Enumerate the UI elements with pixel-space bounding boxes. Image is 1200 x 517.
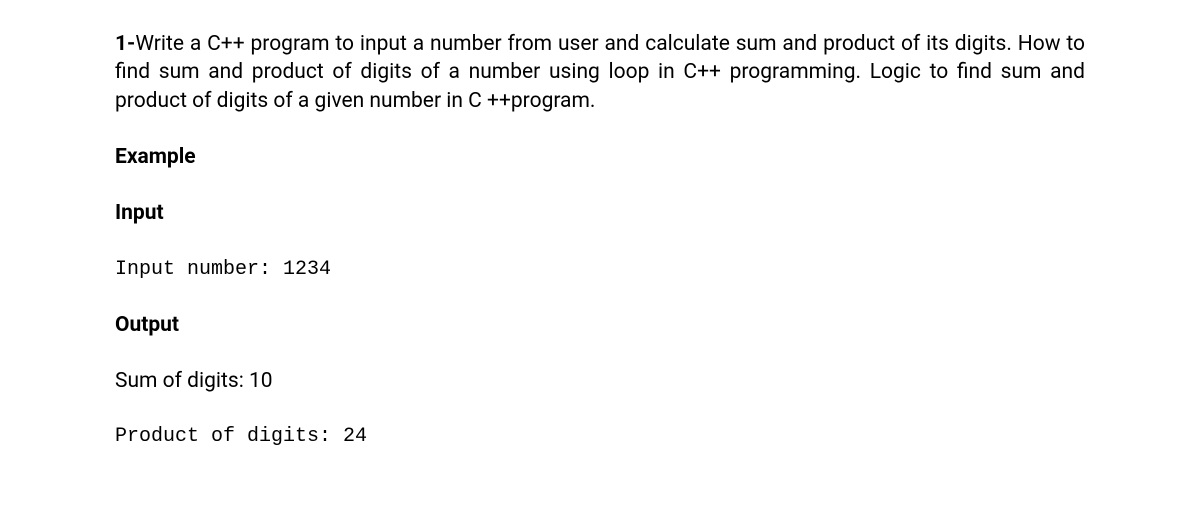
output-heading: Output (115, 311, 1085, 339)
output-product: Product of digits: 24 (115, 423, 1085, 450)
example-heading: Example (115, 143, 1085, 171)
input-heading: Input (115, 199, 1085, 227)
question-text: Write a C++ program to input a number fr… (115, 32, 1085, 113)
question-paragraph: 1-Write a C++ program to input a number … (115, 30, 1085, 115)
output-sum: Sum of digits: 10 (115, 367, 1085, 395)
question-number: 1- (115, 32, 135, 56)
input-sample: Input number: 1234 (115, 256, 1085, 283)
